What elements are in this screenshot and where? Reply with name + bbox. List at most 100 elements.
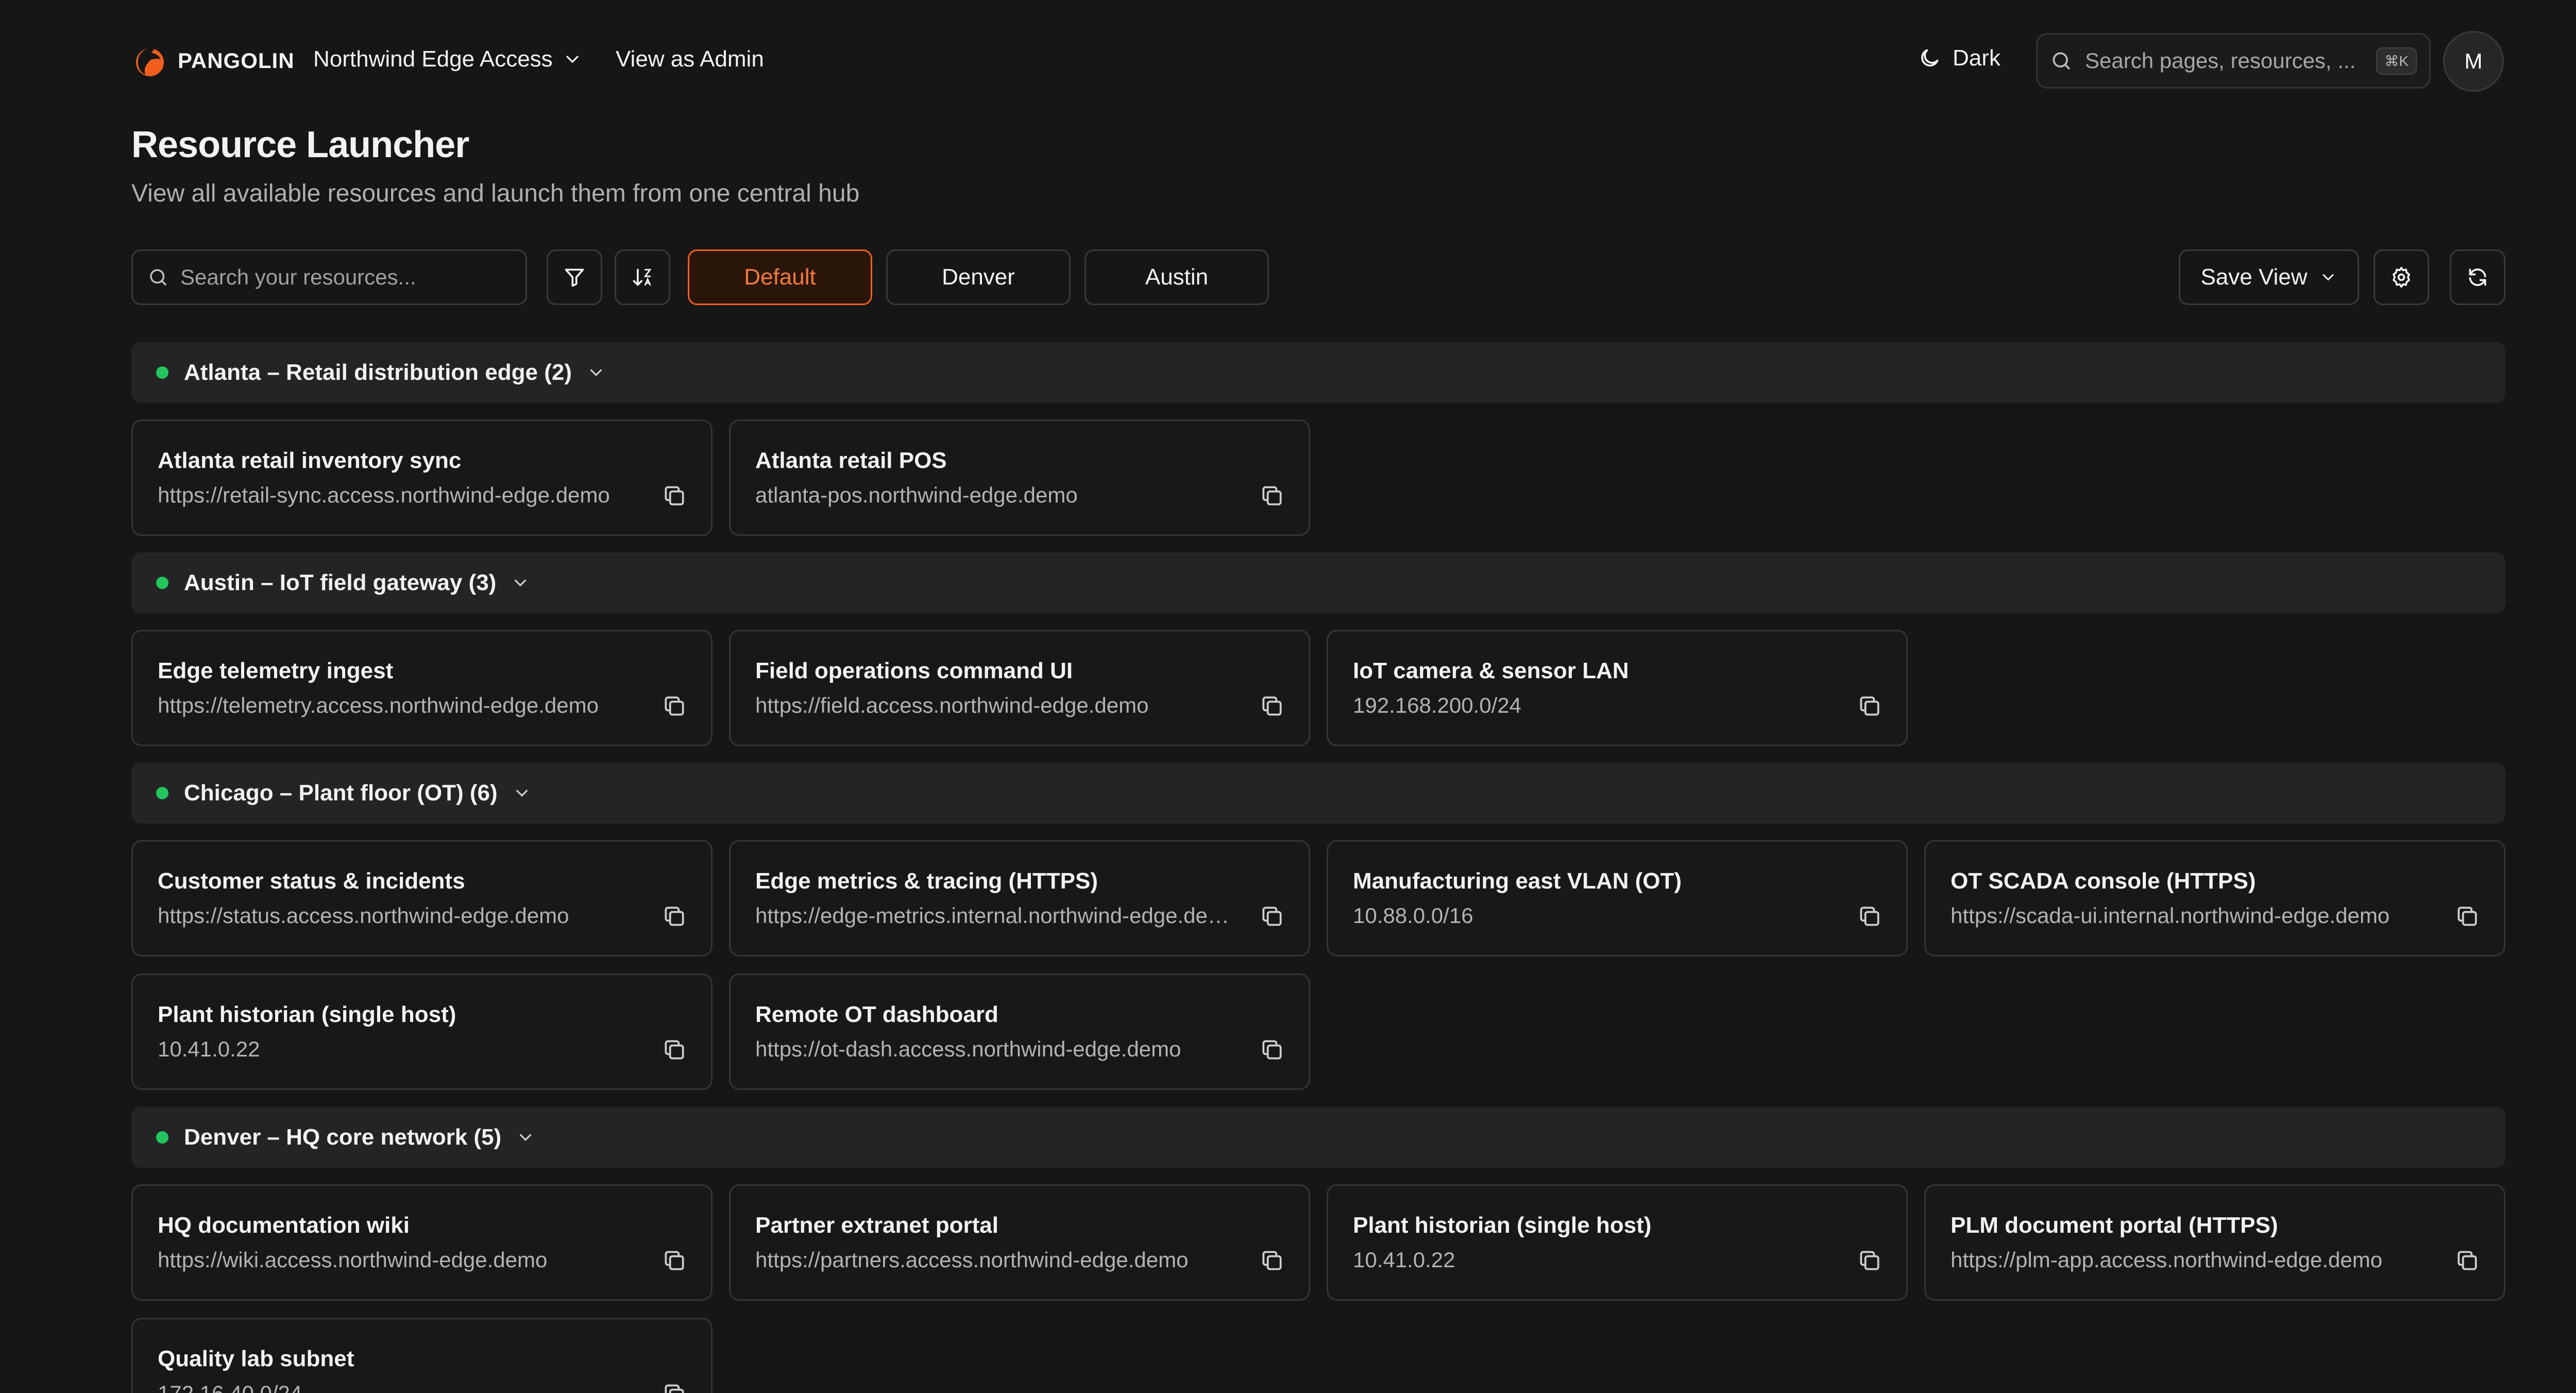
copy-icon — [665, 1384, 684, 1393]
brand-name: PANGOLIN — [178, 48, 295, 73]
brand-logo[interactable]: PANGOLIN — [131, 42, 295, 79]
resource-card[interactable]: Edge metrics & tracing (HTTPS) https://e… — [729, 840, 1310, 956]
copy-button[interactable] — [662, 693, 687, 719]
resource-name: Plant historian (single host) — [1353, 1213, 1652, 1238]
resource-card[interactable]: Edge telemetry ingest https://telemetry.… — [131, 630, 713, 746]
copy-icon — [1262, 486, 1282, 506]
resource-name: Quality lab subnet — [158, 1346, 354, 1371]
group-title: Atlanta – Retail distribution edge (2) — [184, 360, 572, 385]
resource-card[interactable]: Plant historian (single host) 10.41.0.22 — [131, 974, 713, 1090]
resource-name: Plant historian (single host) — [158, 1002, 456, 1027]
chevron-down-icon — [520, 1134, 532, 1141]
resource-search-input[interactable] — [180, 265, 489, 290]
view-tab-denver[interactable]: Denver — [886, 249, 1071, 305]
group-header-chicago[interactable]: Chicago – Plant floor (OT) (6) — [131, 763, 2505, 824]
copy-icon — [1262, 1040, 1282, 1060]
copy-button[interactable] — [1259, 483, 1285, 509]
resource-card[interactable]: PLM document portal (HTTPS) https://plm-… — [1924, 1184, 2505, 1301]
global-search-placeholder: Search pages, resources, ... — [2085, 48, 2356, 73]
view-as-admin-link[interactable]: View as Admin — [616, 46, 764, 72]
resource-address: https://partners.access.northwind-edge.d… — [755, 1248, 1189, 1272]
resource-name: Field operations command UI — [755, 658, 1073, 683]
theme-label: Dark — [1953, 45, 2001, 71]
refresh-button[interactable] — [2450, 249, 2505, 305]
resource-address: atlanta-pos.northwind-edge.demo — [755, 483, 1078, 507]
resource-card[interactable]: OT SCADA console (HTTPS) https://scada-u… — [1924, 840, 2505, 956]
copy-button[interactable] — [1857, 903, 1883, 929]
resource-name: Atlanta retail POS — [755, 448, 947, 473]
resource-card[interactable]: HQ documentation wiki https://wiki.acces… — [131, 1184, 713, 1301]
user-avatar[interactable]: M — [2443, 31, 2504, 92]
copy-button[interactable] — [662, 1037, 687, 1063]
resource-search[interactable] — [131, 249, 527, 305]
resource-card[interactable]: Manufacturing east VLAN (OT) 10.88.0.0/1… — [1327, 840, 1908, 956]
resource-card[interactable]: Plant historian (single host) 10.41.0.22 — [1327, 1184, 1908, 1301]
resource-name: PLM document portal (HTTPS) — [1951, 1213, 2278, 1238]
resource-card[interactable]: Partner extranet portal https://partners… — [729, 1184, 1310, 1301]
group-title: Chicago – Plant floor (OT) (6) — [184, 780, 498, 805]
resource-card[interactable]: Atlanta retail inventory sync https://re… — [131, 419, 713, 536]
copy-button[interactable] — [1259, 1248, 1285, 1273]
copy-button[interactable] — [662, 1248, 687, 1273]
resource-card[interactable]: Remote OT dashboard https://ot-dash.acce… — [729, 974, 1310, 1090]
resource-card[interactable]: Field operations command UI https://fiel… — [729, 630, 1310, 746]
global-search[interactable]: Search pages, resources, ... ⌘K — [2036, 33, 2431, 89]
resource-address: https://status.access.northwind-edge.dem… — [158, 903, 569, 928]
resource-card[interactable]: IoT camera & sensor LAN 192.168.200.0/24 — [1327, 630, 1908, 746]
chevron-down-icon — [515, 579, 527, 586]
save-view-label: Save View — [2200, 264, 2308, 290]
status-dot — [156, 577, 168, 589]
chevron-down-icon — [590, 369, 602, 376]
copy-button[interactable] — [1259, 903, 1285, 929]
copy-button[interactable] — [2454, 903, 2480, 929]
copy-button[interactable] — [1857, 693, 1883, 719]
shortcut-badge: ⌘K — [2376, 47, 2417, 75]
settings-button[interactable] — [2374, 249, 2429, 305]
copy-icon — [2458, 1251, 2477, 1270]
view-tab-austin[interactable]: Austin — [1084, 249, 1269, 305]
org-name: Northwind Edge Access — [313, 46, 553, 72]
copy-icon — [1262, 1251, 1282, 1270]
copy-button[interactable] — [1857, 1248, 1883, 1273]
theme-toggle[interactable]: Dark — [1918, 45, 2001, 71]
chevron-down-icon — [2323, 274, 2334, 281]
resource-name: Remote OT dashboard — [755, 1002, 998, 1027]
copy-button[interactable] — [1259, 1037, 1285, 1063]
copy-icon — [665, 1251, 684, 1270]
moon-icon — [1921, 49, 1939, 66]
save-view-button[interactable]: Save View — [2179, 249, 2359, 305]
page-subtitle: View all available resources and launch … — [131, 180, 860, 207]
resource-name: Partner extranet portal — [755, 1213, 998, 1238]
status-dot — [156, 787, 168, 799]
copy-button[interactable] — [1259, 693, 1285, 719]
resource-card[interactable]: Atlanta retail POS atlanta-pos.northwind… — [729, 419, 1310, 536]
copy-icon — [2458, 907, 2477, 926]
copy-icon — [665, 696, 684, 716]
copy-button[interactable] — [2454, 1248, 2480, 1273]
resource-name: Edge telemetry ingest — [158, 658, 394, 683]
copy-icon — [665, 907, 684, 926]
copy-button[interactable] — [662, 483, 687, 509]
org-switcher[interactable]: Northwind Edge Access — [313, 46, 583, 72]
filter-icon — [565, 268, 584, 287]
sort-button[interactable] — [615, 249, 670, 305]
resource-address: 10.41.0.22 — [158, 1037, 260, 1061]
filter-button[interactable] — [547, 249, 602, 305]
resource-address: https://scada-ui.internal.northwind-edge… — [1951, 903, 2390, 928]
resource-address: 10.88.0.0/16 — [1353, 903, 1473, 928]
resource-card[interactable]: Customer status & incidents https://stat… — [131, 840, 713, 956]
copy-button[interactable] — [662, 903, 687, 929]
view-tab-default[interactable]: Default — [688, 249, 872, 305]
refresh-icon — [2469, 268, 2486, 286]
resource-address: 192.168.200.0/24 — [1353, 693, 1521, 717]
group-header-atlanta[interactable]: Atlanta – Retail distribution edge (2) — [131, 342, 2505, 403]
copy-icon — [1860, 907, 1879, 926]
group-header-austin[interactable]: Austin – IoT field gateway (3) — [131, 552, 2505, 613]
status-dot — [156, 366, 168, 379]
copy-button[interactable] — [662, 1381, 687, 1393]
resource-name: IoT camera & sensor LAN — [1353, 658, 1629, 683]
resource-address: https://edge-metrics.internal.northwind-… — [755, 903, 1234, 928]
group-header-denver[interactable]: Denver – HQ core network (5) — [131, 1107, 2505, 1168]
resource-card[interactable]: Quality lab subnet 172.16.40.0/24 — [131, 1318, 713, 1393]
status-dot — [156, 1131, 168, 1144]
